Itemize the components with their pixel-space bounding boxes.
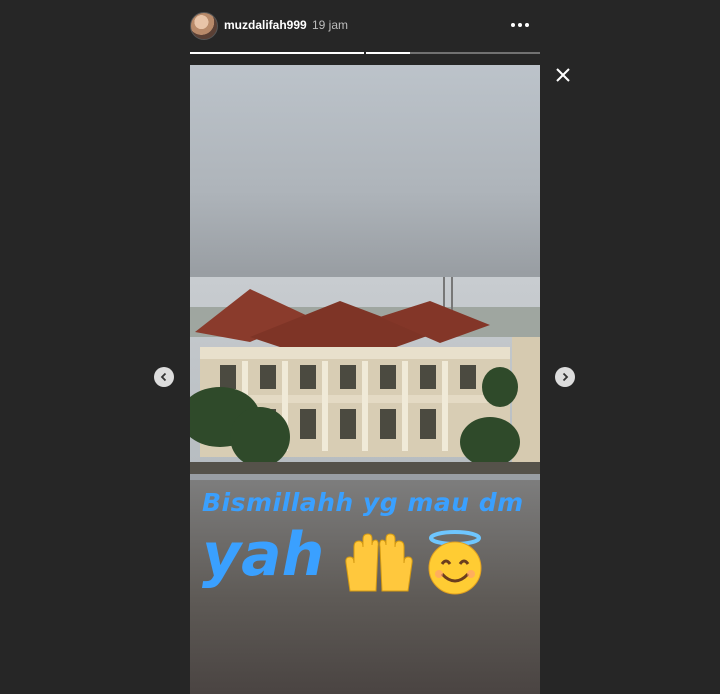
story-progress-bar [190,52,540,54]
story-caption-line-2: yah [202,520,325,590]
more-options-icon[interactable] [508,12,532,38]
previous-story-button[interactable] [154,367,174,387]
mansion-photo [190,277,540,474]
close-icon[interactable] [553,65,573,85]
chevron-right-icon [562,372,569,382]
progress-segment [366,52,540,54]
progress-segment [190,52,364,54]
story-header: muzdalifah999 19 jam [190,12,540,40]
smiling-face-with-halo-emoji [428,530,482,595]
story-media[interactable]: Bismillahh yg mau dm yah [190,65,540,694]
timestamp: 19 jam [312,18,349,32]
username-link[interactable]: muzdalifah999 [224,18,307,32]
story-caption-line-1: Bismillahh yg mau dm [202,488,524,517]
raising-hands-emoji [345,533,413,592]
avatar[interactable] [190,12,218,40]
chevron-left-icon [160,372,167,382]
next-story-button[interactable] [555,367,575,387]
